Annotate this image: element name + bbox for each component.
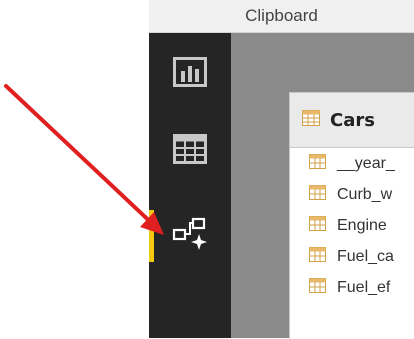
data-view-icon	[173, 133, 207, 169]
field-grid-icon	[309, 153, 326, 174]
field-grid-icon	[309, 184, 326, 205]
report-view-button[interactable]	[149, 48, 231, 100]
view-rail	[149, 33, 231, 338]
field-grid-icon	[309, 246, 326, 267]
clipboard-group-label: Clipboard	[245, 6, 318, 25]
model-view-button[interactable]	[149, 210, 231, 262]
field-row[interactable]: Engine	[290, 210, 414, 241]
table-card[interactable]: Cars __year_ Curb_w Engine Fuel_ca Fuel_…	[289, 92, 414, 339]
field-label: Curb_w	[337, 185, 393, 203]
field-grid-icon	[309, 215, 326, 236]
field-label: Fuel_ef	[337, 278, 391, 296]
report-view-icon	[173, 56, 207, 92]
ribbon-group-label: Clipboard	[149, 0, 414, 33]
field-grid-icon	[309, 277, 326, 298]
field-row[interactable]: Fuel_ef	[290, 272, 414, 303]
table-name: Cars	[330, 109, 375, 131]
data-view-button[interactable]	[149, 125, 231, 177]
model-view-icon	[172, 217, 208, 256]
field-label: Fuel_ca	[337, 247, 394, 265]
field-row[interactable]: Curb_w	[290, 179, 414, 210]
field-row[interactable]: Fuel_ca	[290, 241, 414, 272]
field-label: Engine	[337, 216, 387, 234]
table-header[interactable]: Cars	[290, 93, 414, 148]
table-icon	[302, 109, 320, 131]
field-row[interactable]: __year_	[290, 148, 414, 179]
field-label: __year_	[337, 154, 395, 172]
